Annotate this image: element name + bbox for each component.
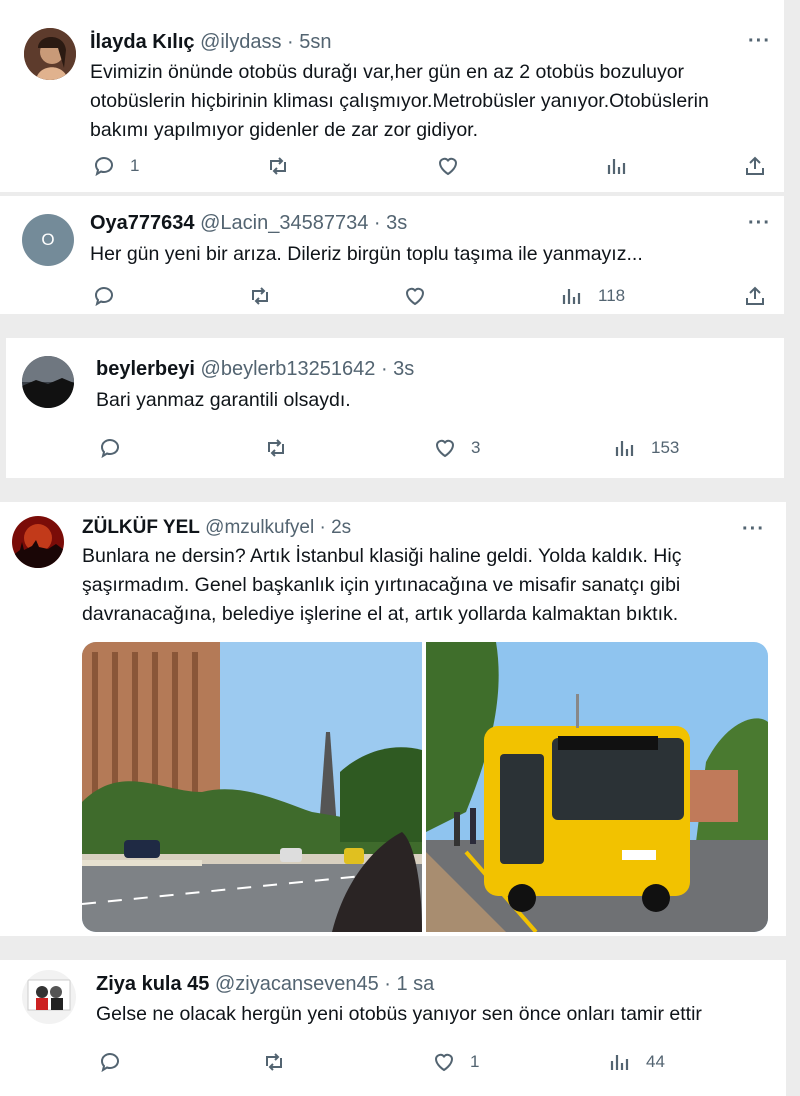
tweet-header: beylerbeyi @beylerb13251642 · 3s xyxy=(96,357,414,381)
avatar[interactable] xyxy=(22,970,76,1024)
reply-icon xyxy=(98,1050,122,1074)
reply-button[interactable]: 1 xyxy=(92,154,139,178)
retweet-icon xyxy=(262,1050,286,1074)
views-count: 153 xyxy=(651,438,680,457)
avatar[interactable] xyxy=(22,356,74,408)
tweet-photo-road[interactable] xyxy=(82,642,422,932)
tweet-card: ZÜLKÜF YEL @mzulkufyel · 2s ··· Bunlara … xyxy=(0,502,786,936)
reply-button[interactable] xyxy=(92,284,130,308)
author-handle[interactable]: @ilydass · 5sn xyxy=(200,31,331,53)
avatar-letter: O xyxy=(41,230,55,249)
more-icon[interactable]: ··· xyxy=(748,213,771,233)
tweet-photo-bus[interactable] xyxy=(426,642,768,932)
retweet-button[interactable] xyxy=(264,436,302,460)
like-button[interactable] xyxy=(403,284,441,308)
views-icon xyxy=(613,436,637,460)
retweet-icon xyxy=(248,284,272,308)
tweet-card: beylerbeyi @beylerb13251642 · 3s Bari ya… xyxy=(6,338,784,478)
reply-icon xyxy=(92,284,116,308)
retweet-icon xyxy=(264,436,288,460)
more-icon[interactable]: ··· xyxy=(742,519,765,539)
like-icon xyxy=(436,154,460,178)
tweet-card: İlayda Kılıç @ilydass · 5sn ··· Evimizin… xyxy=(0,0,784,192)
author-handle[interactable]: @ziyacanseven45 · 1 sa xyxy=(215,973,434,995)
more-icon[interactable]: ··· xyxy=(748,31,771,51)
share-button[interactable] xyxy=(743,284,767,308)
reply-count: 1 xyxy=(130,156,140,175)
like-icon xyxy=(432,1050,456,1074)
like-button[interactable]: 3 xyxy=(433,436,480,460)
like-count: 1 xyxy=(470,1052,480,1071)
views-icon xyxy=(608,1050,632,1074)
tweet-header: İlayda Kılıç @ilydass · 5sn xyxy=(90,30,332,54)
like-button[interactable]: 1 xyxy=(432,1050,479,1074)
views-button[interactable]: 44 xyxy=(608,1050,665,1074)
tweet-text: Evimizin önünde otobüs durağı var,her gü… xyxy=(90,61,709,141)
views-button[interactable]: 118 xyxy=(560,284,625,308)
reply-button[interactable] xyxy=(98,436,136,460)
author-name[interactable]: beylerbeyi xyxy=(96,358,195,380)
author-handle[interactable]: @beylerb13251642 · 3s xyxy=(201,358,415,380)
views-button[interactable]: 153 xyxy=(613,436,679,460)
author-handle[interactable]: @Lacin_34587734 · 3s xyxy=(200,212,407,234)
tweet-card: O Oya777634 @Lacin_34587734 · 3s ··· Her… xyxy=(0,196,784,314)
tweet-text: Bari yanmaz garantili olsaydı. xyxy=(96,389,351,411)
share-icon xyxy=(743,154,767,178)
share-icon xyxy=(743,284,767,308)
reply-icon xyxy=(98,436,122,460)
tweet-text: Gelse ne olacak hergün yeni otobüs yanıy… xyxy=(96,1003,702,1025)
like-count: 3 xyxy=(471,438,481,457)
author-name[interactable]: İlayda Kılıç xyxy=(90,31,195,53)
reply-button[interactable] xyxy=(98,1050,136,1074)
tweet-header: ZÜLKÜF YEL @mzulkufyel · 2s xyxy=(82,516,351,540)
share-button[interactable] xyxy=(743,154,767,178)
retweet-button[interactable] xyxy=(266,154,304,178)
avatar[interactable]: O xyxy=(22,214,74,266)
views-count: 44 xyxy=(646,1052,665,1071)
avatar[interactable] xyxy=(24,28,76,80)
tweet-header: Oya777634 @Lacin_34587734 · 3s xyxy=(90,211,407,235)
avatar[interactable] xyxy=(12,516,64,568)
views-icon xyxy=(605,154,629,178)
views-count: 118 xyxy=(598,286,626,305)
like-icon xyxy=(433,436,457,460)
views-icon xyxy=(560,284,584,308)
retweet-button[interactable] xyxy=(262,1050,300,1074)
author-name[interactable]: Ziya kula 45 xyxy=(96,973,209,995)
author-handle[interactable]: @mzulkufyel · 2s xyxy=(205,517,351,538)
views-button[interactable] xyxy=(605,154,643,178)
tweet-header: Ziya kula 45 @ziyacanseven45 · 1 sa xyxy=(96,972,434,996)
retweet-button[interactable] xyxy=(248,284,286,308)
like-icon xyxy=(403,284,427,308)
author-name[interactable]: ZÜLKÜF YEL xyxy=(82,517,200,538)
tweet-card: Ziya kula 45 @ziyacanseven45 · 1 sa Gels… xyxy=(0,960,786,1096)
reply-icon xyxy=(92,154,116,178)
like-button[interactable] xyxy=(436,154,474,178)
retweet-icon xyxy=(266,154,290,178)
tweet-text: Bunlara ne dersin? Artık İstanbul klasiğ… xyxy=(82,545,682,625)
tweet-text: Her gün yeni bir arıza. Dileriz birgün t… xyxy=(90,243,643,265)
author-name[interactable]: Oya777634 xyxy=(90,212,195,234)
